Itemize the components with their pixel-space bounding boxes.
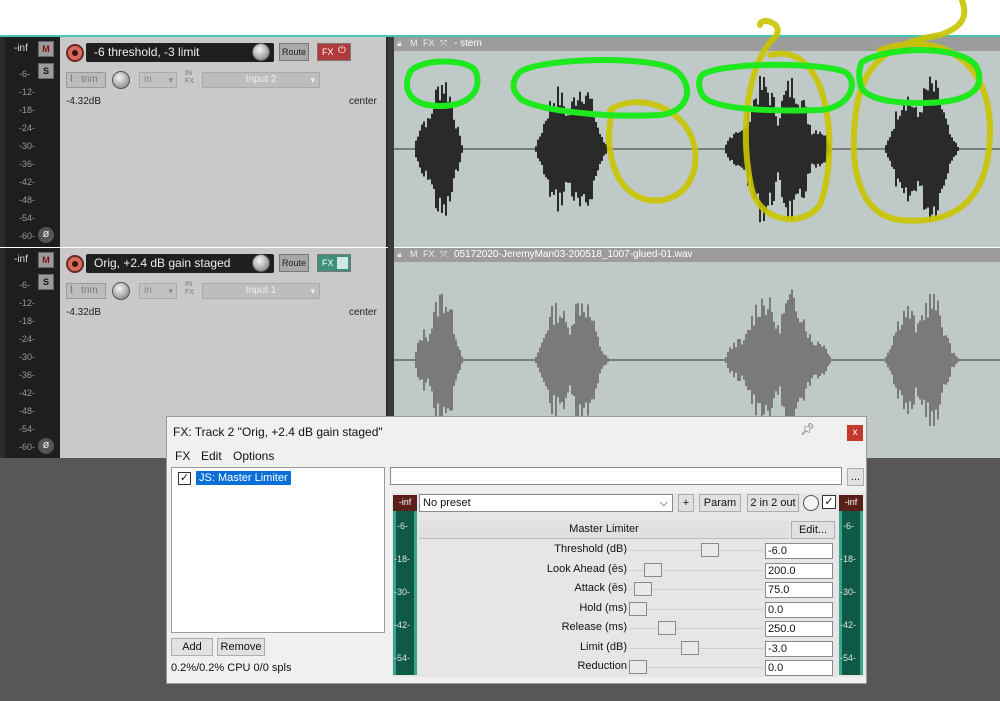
fx-enabled-checkbox[interactable]: ✓ [178,472,191,485]
param-value-field[interactable]: 0.0 [765,660,833,676]
meter-tick: -30- [840,587,857,597]
slider-track [629,628,763,629]
meter-tick: -42- [840,620,857,630]
param-value-field[interactable]: 0.0 [765,601,833,618]
meter-tick: -18- [840,554,857,564]
meter-tick: -54- [840,653,857,663]
input-meter: -inf -6- -18- -30- -42- -54- [393,495,417,675]
bypass-checkbox[interactable]: ✓ [822,495,836,509]
param-slider[interactable] [629,620,763,636]
param-label: Release (ms) [561,621,627,633]
menu-options[interactable]: Options [233,449,274,463]
slider-thumb[interactable] [629,660,647,674]
close-button[interactable]: x [847,425,863,441]
slider-thumb[interactable] [701,543,719,557]
annotation-overlay [404,0,994,224]
param-slider[interactable] [629,581,763,597]
param-label: Look Ahead (ēs) [546,562,627,575]
param-value-field[interactable]: 75.0 [765,582,833,598]
meter-tick: -42- [394,620,411,630]
param-value-field[interactable]: 200.0 [765,562,833,579]
menu-fx[interactable]: FX [175,449,190,463]
input-meter-inf: -inf [393,495,417,511]
param-label: Hold (ms) [579,601,627,614]
output-meter: -inf -6- -18- -30- -42- -54- [839,495,863,675]
fx-window-title: FX: Track 2 "Orig, +2.4 dB gain staged" [173,425,383,439]
preset-label: No preset [423,497,471,509]
param-slider[interactable] [629,542,763,558]
green-annotation-circle [404,58,481,110]
param-label: Attack (ēs) [574,582,627,594]
param-button[interactable]: Param [699,494,741,512]
slider-track [629,550,763,551]
menu-edit[interactable]: Edit [201,449,222,463]
yellow-annotation-circle [742,18,833,223]
green-annotation-circle [696,61,855,114]
slider-track [629,667,763,668]
slider-track [629,608,763,610]
param-value-field[interactable]: -3.0 [765,640,833,657]
param-value-field[interactable]: 250.0 [765,621,833,637]
slider-thumb[interactable] [644,562,662,577]
cpu-status: 0.2%/0.2% CPU 0/0 spls [171,662,292,674]
preset-dropdown[interactable]: No preset ⌵ [419,494,673,512]
param-slider[interactable] [629,659,763,675]
slider-thumb[interactable] [681,640,699,655]
param-slider[interactable] [629,640,763,656]
meter-tick: -30- [394,587,411,597]
output-meter-inf: -inf [839,495,863,511]
pin-icon[interactable]: 📌︎ [800,422,815,436]
param-label: Reduction [577,660,627,672]
remove-button[interactable]: Remove [217,638,265,656]
param-label: Threshold (dB) [554,543,627,555]
meter-tick: -54- [394,653,411,663]
chevron-down-icon: ⌵ [659,497,668,509]
param-slider[interactable] [629,601,763,617]
meter-tick: -18- [394,554,411,564]
fx-chain-item[interactable]: JS: Master Limiter [196,471,291,485]
meter-bar [860,511,863,675]
slider-thumb[interactable] [658,621,676,635]
param-value-field[interactable]: -6.0 [765,543,833,559]
fx-window: FX: Track 2 "Orig, +2.4 dB gain staged" … [166,416,867,684]
fx-name-field[interactable] [390,467,842,485]
browse-button[interactable]: ... [847,468,864,486]
meter-bar [414,511,417,675]
param-label: Limit (dB) [579,640,627,653]
add-preset-button[interactable]: + [678,494,694,512]
edit-plugin-button[interactable]: Edit... [791,521,835,539]
wet-knob[interactable] [803,495,819,511]
green-annotation-circle [856,47,983,107]
plugin-name: Master Limiter [419,521,789,539]
meter-tick: -6- [843,521,854,531]
yellow-annotation-circle [850,0,994,224]
slider-thumb[interactable] [629,601,647,616]
slider-thumb[interactable] [634,582,652,596]
meter-tick: -6- [397,521,408,531]
add-button[interactable]: Add [171,638,213,656]
param-slider[interactable] [629,562,763,578]
io-button[interactable]: 2 in 2 out [747,494,799,512]
fx-chain-list[interactable]: ✓ JS: Master Limiter [171,467,385,633]
